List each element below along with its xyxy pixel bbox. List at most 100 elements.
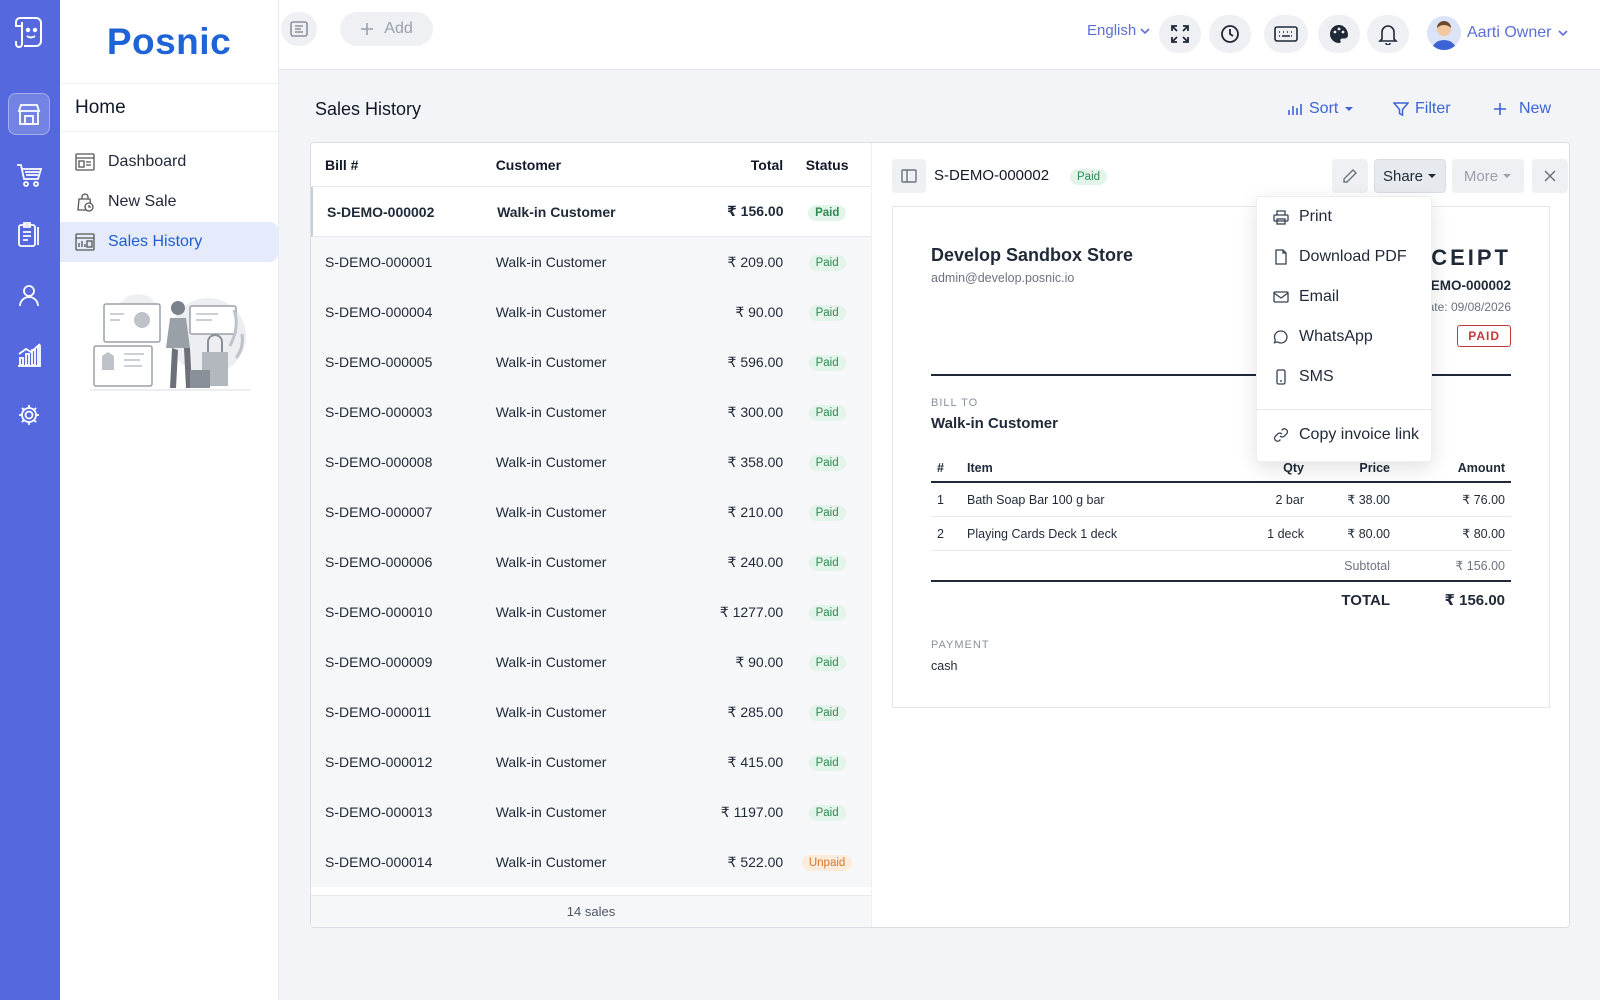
- store-icon[interactable]: [8, 93, 50, 135]
- clipboard-icon[interactable]: [8, 214, 50, 256]
- table-body: S-DEMO-000002 Walk-in Customer ₹ 156.00 Pai…: [311, 187, 871, 887]
- share-button[interactable]: Share: [1374, 159, 1446, 193]
- fullscreen-icon: [1170, 24, 1190, 44]
- share-menu-item-copy-link[interactable]: Copy invoice link: [1257, 415, 1431, 455]
- history-button[interactable]: [1209, 15, 1251, 53]
- sidebar-title: Home: [60, 84, 278, 132]
- table-row[interactable]: S-DEMO-000006 Walk-in Customer ₹ 240.00 Pai…: [311, 537, 871, 587]
- status-badge: Paid: [808, 505, 846, 521]
- table-row[interactable]: S-DEMO-000014 Walk-in Customer ₹ 522.00 Unp…: [311, 837, 871, 887]
- table-row[interactable]: S-DEMO-000004 Walk-in Customer ₹ 90.00 Paid: [311, 287, 871, 337]
- item-name: Bath Soap Bar 100 g bar: [961, 482, 1230, 517]
- caret-down-icon: [1502, 172, 1512, 180]
- receipt-item-row: 2 Playing Cards Deck 1 deck 1 deck ₹ 80.…: [931, 516, 1511, 551]
- table-row[interactable]: S-DEMO-000003 Walk-in Customer ₹ 300.00 Pai…: [311, 387, 871, 437]
- table-row[interactable]: S-DEMO-000009 Walk-in Customer ₹ 90.00 Paid: [311, 637, 871, 687]
- bill-cell: S-DEMO-000014: [325, 854, 433, 870]
- customer-cell: Walk-in Customer: [495, 354, 607, 370]
- status-badge: Paid: [808, 605, 846, 621]
- sidebar-item-sales-history[interactable]: Sales History: [60, 222, 278, 262]
- share-menu-item-print[interactable]: Print: [1257, 197, 1431, 237]
- share-menu-item-whatsapp[interactable]: WhatsApp: [1257, 317, 1431, 357]
- total-cell: ₹ 522.00: [727, 853, 784, 870]
- bill-cell: S-DEMO-000007: [325, 504, 433, 520]
- store-name: Develop Sandbox Store: [931, 245, 1134, 265]
- more-button[interactable]: More: [1452, 159, 1524, 193]
- bill-cell: S-DEMO-000006: [325, 554, 433, 570]
- share-menu-item-email[interactable]: Email: [1257, 277, 1431, 317]
- brand[interactable]: Posnic: [60, 0, 278, 84]
- sort-button[interactable]: Sort: [1287, 100, 1354, 118]
- notifications-button[interactable]: [1367, 15, 1409, 53]
- more-label: More: [1463, 167, 1499, 185]
- item-price: ₹ 80.00: [1310, 516, 1396, 551]
- menu-item-label: Email: [1299, 288, 1340, 305]
- table-row[interactable]: S-DEMO-000005 Walk-in Customer ₹ 596.00 Pai…: [311, 337, 871, 387]
- column-header-status[interactable]: Status: [783, 157, 871, 173]
- receipt-item-row: 1 Bath Soap Bar 100 g bar 2 bar ₹ 38.00 …: [931, 482, 1511, 517]
- share-menu-item-sms[interactable]: SMS: [1257, 357, 1431, 397]
- status-cell: Paid: [783, 303, 871, 321]
- status-cell: Paid: [783, 553, 871, 571]
- sidebar-item-label: Dashboard: [108, 153, 187, 170]
- language-select[interactable]: English: [1087, 22, 1151, 39]
- fullscreen-button[interactable]: [1159, 15, 1201, 53]
- receipt-date: Date: 09/08/2026: [1418, 300, 1511, 314]
- theme-button[interactable]: [1318, 15, 1360, 53]
- table-row[interactable]: S-DEMO-000008 Walk-in Customer ₹ 358.00 Pai…: [311, 437, 871, 487]
- table-row[interactable]: S-DEMO-000013 Walk-in Customer ₹ 1197.00 Pa…: [311, 787, 871, 837]
- gear-icon[interactable]: [8, 394, 50, 436]
- filter-button[interactable]: Filter: [1393, 100, 1451, 118]
- column-header-bill[interactable]: Bill #: [311, 157, 496, 173]
- logo-icon[interactable]: [9, 12, 49, 52]
- table-row[interactable]: S-DEMO-000002 Walk-in Customer ₹ 156.00 Pai…: [311, 187, 871, 237]
- column-header-number: #: [931, 455, 961, 483]
- menu-divider: [1257, 409, 1431, 410]
- column-header-customer[interactable]: Customer: [496, 157, 696, 173]
- close-button[interactable]: [1532, 159, 1568, 193]
- table-row[interactable]: S-DEMO-000011 Walk-in Customer ₹ 285.00 Pai…: [311, 687, 871, 737]
- sidebar-item-new-sale[interactable]: New Sale: [60, 182, 278, 222]
- user-menu[interactable]: Aarti Owner: [1427, 16, 1569, 50]
- item-number: 2: [931, 516, 961, 551]
- keyboard-button[interactable]: [1264, 15, 1308, 53]
- status-cell: Paid: [783, 503, 871, 521]
- toggle-list-button[interactable]: [892, 159, 926, 193]
- chevron-down-icon: [1557, 27, 1569, 39]
- new-button[interactable]: New: [1493, 100, 1551, 118]
- total-cell: ₹ 415.00: [727, 753, 784, 770]
- total-cell: ₹ 90.00: [735, 653, 784, 670]
- list-footer: 14 sales: [311, 895, 871, 927]
- table-row[interactable]: S-DEMO-000012 Walk-in Customer ₹ 415.00 Pai…: [311, 737, 871, 787]
- add-button[interactable]: Add: [340, 12, 433, 46]
- detail-toolbar: S-DEMO-000002 Paid Share More: [892, 159, 1568, 193]
- user-icon[interactable]: [8, 274, 50, 316]
- share-menu-item-download-pdf[interactable]: Download PDF: [1257, 237, 1431, 277]
- file-icon: [1273, 249, 1289, 265]
- sales-history-icon: [74, 231, 96, 253]
- customer-cell: Walk-in Customer: [495, 404, 607, 420]
- sidebar-item-dashboard[interactable]: Dashboard: [60, 142, 278, 182]
- bill-cell: S-DEMO-000011: [325, 704, 432, 720]
- app-rail: [0, 0, 60, 1000]
- table-row[interactable]: S-DEMO-000007 Walk-in Customer ₹ 210.00 Pai…: [311, 487, 871, 537]
- edit-button[interactable]: [1332, 159, 1368, 193]
- total-cell: ₹ 90.00: [735, 303, 784, 320]
- total-value: ₹ 156.00: [1444, 592, 1505, 609]
- menu-icon: [290, 21, 308, 37]
- brand-name: Posnic: [106, 20, 232, 62]
- item-qty: 1 deck: [1230, 516, 1310, 551]
- column-header-total[interactable]: Total: [695, 157, 783, 173]
- status-badge: Paid: [808, 405, 846, 421]
- status-badge: Paid: [808, 305, 846, 321]
- table-row[interactable]: S-DEMO-000001 Walk-in Customer ₹ 209.00 Pai…: [311, 237, 871, 287]
- chart-icon[interactable]: [8, 334, 50, 376]
- bill-cell: S-DEMO-000001: [325, 254, 433, 270]
- cart-icon[interactable]: [8, 154, 50, 196]
- customer-cell: Walk-in Customer: [495, 504, 607, 520]
- table-row[interactable]: S-DEMO-000010 Walk-in Customer ₹ 1277.00 Pa…: [311, 587, 871, 637]
- menu-toggle-button[interactable]: [281, 12, 317, 46]
- total-cell: ₹ 596.00: [727, 353, 784, 370]
- total-cell: ₹ 210.00: [727, 503, 784, 520]
- share-label: Share: [1382, 167, 1424, 185]
